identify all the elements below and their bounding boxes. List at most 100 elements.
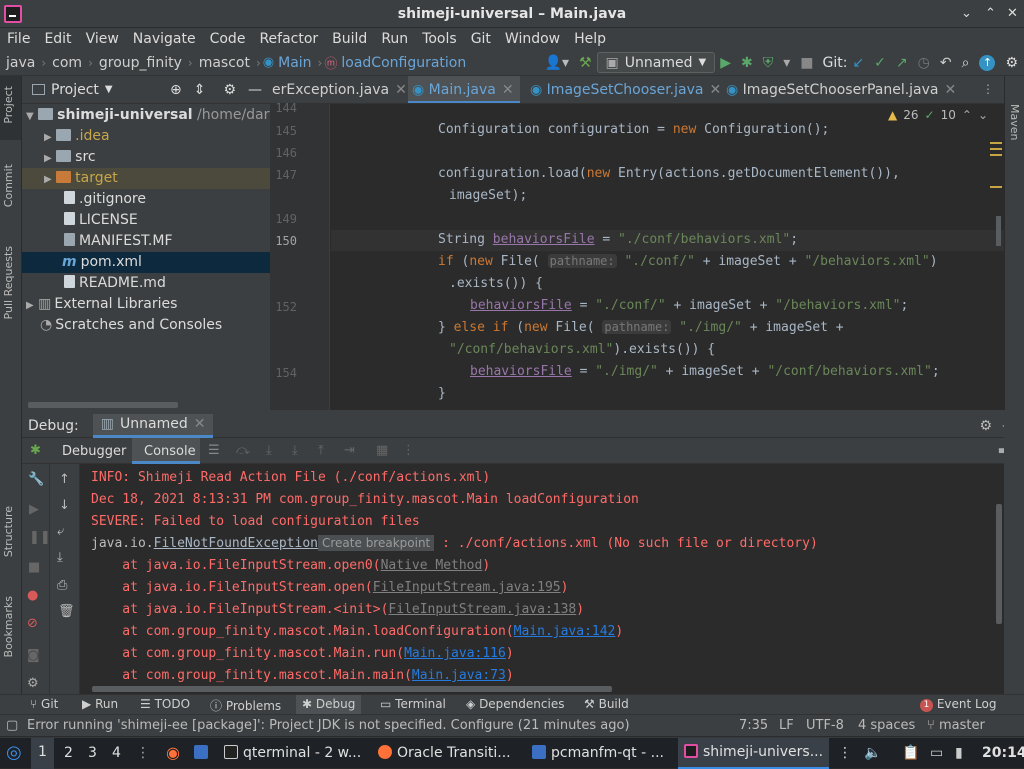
close-icon[interactable]: ✕ xyxy=(945,82,957,98)
git-push-icon[interactable]: ↗ xyxy=(891,55,913,71)
more-run-icon[interactable]: ▾ xyxy=(778,55,795,71)
tree-item-readme[interactable]: README.md xyxy=(22,273,270,294)
menu-file[interactable]: File xyxy=(0,28,37,50)
tool-tab-build[interactable]: ⚒ Build xyxy=(584,697,629,711)
source-link[interactable]: Main.java:73 xyxy=(412,668,506,683)
menu-view[interactable]: View xyxy=(79,28,126,50)
tool-tab-problems[interactable]: ⓘ Problems xyxy=(210,697,281,714)
run-to-cursor-icon[interactable]: ⇥ xyxy=(344,443,355,458)
step-into-icon[interactable]: ⤓ xyxy=(266,443,272,458)
overflow-icon[interactable]: ⋮ xyxy=(838,745,852,761)
project-panel-title[interactable]: Project xyxy=(51,82,99,98)
tab-imagesetchooserpanel[interactable]: ◉ ImageSetChooserPanel.java ✕ xyxy=(722,76,956,103)
task-firefox[interactable]: Oracle Transiti... xyxy=(378,745,511,761)
vertical-scrollbar[interactable] xyxy=(996,504,1002,624)
build-hammer-icon[interactable]: ⚒ xyxy=(574,55,597,71)
tool-tab-debug[interactable]: ✱ Debug xyxy=(296,695,362,715)
status-message[interactable]: Error running 'shimeji-ee [package]': Pr… xyxy=(27,718,717,733)
menu-tools[interactable]: Tools xyxy=(415,28,464,50)
menu-window[interactable]: Window xyxy=(498,28,567,50)
breadcrumb-load-configuration[interactable]: loadConfiguration xyxy=(337,55,470,71)
search-icon[interactable]: ⌕ xyxy=(957,55,975,71)
resume-icon[interactable]: ▶ xyxy=(29,502,39,517)
mute-breakpoints-icon[interactable]: ⊘ xyxy=(27,616,38,631)
bookmarks-tool-tab[interactable]: Bookmarks xyxy=(2,596,15,657)
tool-tab-todo[interactable]: ☰ TODO xyxy=(140,697,190,711)
arrow-down-icon[interactable]: ↓ xyxy=(59,498,70,513)
chevron-down-icon[interactable]: ⌄ xyxy=(978,108,988,122)
firefox-launcher-icon[interactable]: ◉ xyxy=(166,743,180,762)
git-commit-icon[interactable]: ✓ xyxy=(869,55,891,71)
caret-position[interactable]: 7:35 xyxy=(739,718,768,733)
git-update-icon[interactable]: ↙ xyxy=(847,55,869,71)
print-icon[interactable]: ⎙ xyxy=(57,578,67,593)
tab-exception[interactable]: erException.java ✕ xyxy=(270,76,407,103)
menu-run[interactable]: Run xyxy=(374,28,415,50)
structure-tool-tab[interactable]: Structure xyxy=(2,506,15,557)
close-icon[interactable]: ✕ xyxy=(1007,6,1018,21)
menu-edit[interactable]: Edit xyxy=(37,28,78,50)
commit-tool-tab[interactable]: Commit xyxy=(2,164,15,207)
desktop-1[interactable]: 1 xyxy=(31,738,54,769)
wrench-icon[interactable]: 🔧 xyxy=(28,472,44,487)
evaluate-icon[interactable]: ▦ xyxy=(376,443,388,458)
close-icon[interactable]: ✕ xyxy=(395,82,407,98)
chevron-down-icon[interactable]: ▼ xyxy=(105,84,113,95)
camera-icon[interactable]: ◙ xyxy=(27,648,40,663)
menu-refactor[interactable]: Refactor xyxy=(252,28,325,50)
coverage-icon[interactable]: ⛨ xyxy=(758,55,779,71)
trash-icon[interactable]: 🗑 xyxy=(58,604,75,619)
stop-icon[interactable]: ■ xyxy=(795,55,818,71)
tree-item-manifest[interactable]: MANIFEST.MF xyxy=(22,231,270,252)
history-icon[interactable]: ◷ xyxy=(913,55,935,71)
tree-item-idea[interactable]: ▶ .idea xyxy=(22,126,270,147)
soft-wrap-icon[interactable]: ⤶ xyxy=(57,524,64,539)
console-output[interactable]: INFO: Shimeji Read Action File (./conf/a… xyxy=(80,464,1004,684)
breadcrumb-java[interactable]: java xyxy=(2,55,39,71)
stop-icon[interactable]: ■ xyxy=(28,560,40,575)
close-icon[interactable]: ✕ xyxy=(502,82,514,98)
minimize-icon[interactable]: ⌄ xyxy=(961,6,972,21)
volume-icon[interactable]: 🔈 xyxy=(864,745,881,761)
desktop-4[interactable]: 4 xyxy=(112,745,121,761)
close-icon[interactable]: ✕ xyxy=(709,82,721,98)
task-intellij[interactable]: shimeji-univers... xyxy=(678,738,830,769)
line-separator[interactable]: LF xyxy=(779,718,794,733)
desktop-2[interactable]: 2 xyxy=(64,745,73,761)
desktop-3[interactable]: 3 xyxy=(88,745,97,761)
clipboard-icon[interactable]: 📋 xyxy=(902,745,919,761)
menu-build[interactable]: Build xyxy=(325,28,374,50)
tool-tab-run[interactable]: ▶ Run xyxy=(82,697,118,711)
status-panel-icon[interactable]: ▢ xyxy=(6,718,18,733)
maven-tool-tab[interactable]: Maven xyxy=(1008,104,1021,140)
source-link[interactable]: Main.java:116 xyxy=(404,646,506,661)
tree-item-license[interactable]: LICENSE xyxy=(22,210,270,231)
rollback-icon[interactable]: ↶ xyxy=(935,55,957,71)
collapse-all-icon[interactable]: ⇕ xyxy=(188,82,212,98)
horizontal-scrollbar[interactable] xyxy=(28,402,178,408)
tab-main[interactable]: ◉ Main.java ✕ xyxy=(408,76,520,103)
desktop-launcher-icon[interactable] xyxy=(194,745,213,761)
restore-layout-icon[interactable]: ⋮ xyxy=(402,443,415,458)
clock[interactable]: 20:14 xyxy=(982,745,1024,761)
event-log-button[interactable]: 1 Event Log xyxy=(920,697,996,712)
scroll-to-end-icon[interactable]: ⤓ xyxy=(57,550,63,565)
force-step-into-icon[interactable]: ⤓ xyxy=(292,443,298,458)
pause-icon[interactable]: ❚❚ xyxy=(29,530,51,545)
menu-help[interactable]: Help xyxy=(567,28,613,50)
breadcrumb-mascot[interactable]: mascot xyxy=(195,55,254,71)
file-encoding[interactable]: UTF-8 xyxy=(806,718,844,733)
gear-icon[interactable]: ⚙ xyxy=(979,418,1002,434)
project-tool-tab[interactable]: Project xyxy=(2,86,15,124)
start-menu-icon[interactable]: ◎ xyxy=(6,742,22,763)
view-breakpoints-icon[interactable]: ● xyxy=(27,588,38,603)
source-link[interactable]: Main.java:142 xyxy=(514,624,616,639)
breadcrumb-com[interactable]: com xyxy=(48,55,86,71)
tree-item-external-libraries[interactable]: ▶ ▥ External Libraries xyxy=(22,294,270,315)
pull-requests-tool-tab[interactable]: Pull Requests xyxy=(2,246,15,319)
tab-debugger[interactable]: Debugger xyxy=(62,444,126,459)
tree-item-target[interactable]: ▶ target xyxy=(22,168,270,189)
error-stripe[interactable] xyxy=(990,140,1002,410)
locate-icon[interactable]: ⊕ xyxy=(170,82,182,98)
menu-lines-icon[interactable]: ☰ xyxy=(208,443,220,458)
